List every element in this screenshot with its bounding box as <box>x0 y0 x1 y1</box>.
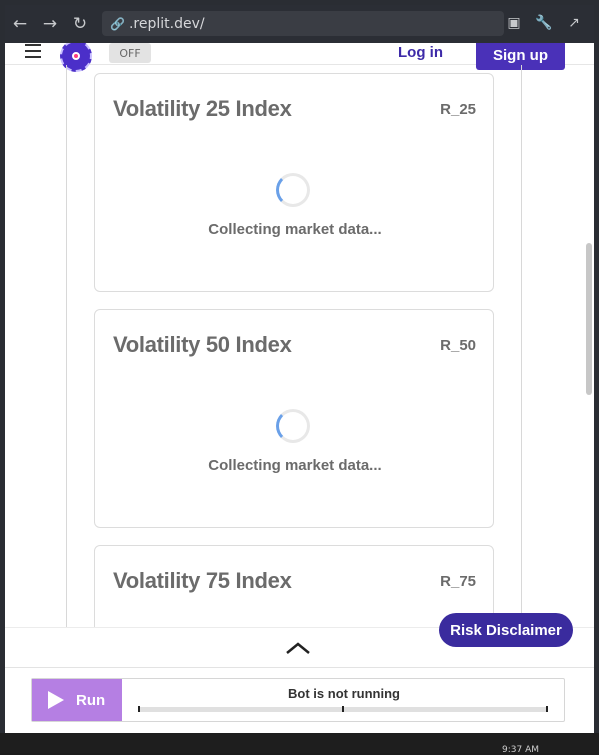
hamburger-menu-icon[interactable] <box>25 44 41 58</box>
market-title: Volatility 25 Index <box>113 96 292 121</box>
url-text: .replit.dev/ <box>128 15 205 32</box>
chevron-up-icon[interactable] <box>285 641 311 655</box>
market-title: Volatility 75 Index <box>113 568 292 593</box>
login-link[interactable]: Log in <box>398 44 443 61</box>
run-label: Run <box>76 691 106 709</box>
market-card: Volatility 50 Index R_50 Collecting mark… <box>94 309 494 528</box>
loading-status: Collecting market data... <box>208 457 382 474</box>
page-viewport: OFF Log in Sign up Volatility 25 Index R… <box>5 43 594 733</box>
link-icon: 🔗 <box>110 16 125 31</box>
progress-track <box>138 706 548 712</box>
progress-tick <box>342 706 344 712</box>
forward-arrow-icon[interactable]: → <box>35 9 65 39</box>
site-header: OFF Log in Sign up <box>5 43 594 72</box>
devices-icon[interactable]: ▣ <box>502 11 526 35</box>
wrench-icon[interactable]: 🔧 <box>532 11 556 35</box>
market-symbol: R_50 <box>440 337 476 354</box>
scrollbar-thumb[interactable] <box>586 243 592 395</box>
bot-toggle[interactable]: OFF <box>109 43 151 63</box>
risk-disclaimer-button[interactable]: Risk Disclaimer <box>439 613 573 647</box>
main-content[interactable]: Volatility 25 Index R_25 Collecting mark… <box>5 65 594 627</box>
loading-status: Collecting market data... <box>208 221 382 238</box>
bot-status-text: Bot is not running <box>288 686 400 701</box>
progress-tick <box>138 706 140 712</box>
loading-spinner-icon <box>276 173 310 207</box>
market-symbol: R_25 <box>440 101 476 118</box>
browser-window: ← → ↻ 🔗 .replit.dev/ ▣ 🔧 ↗ OFF Log in Si… <box>0 0 599 755</box>
browser-toolbar: ← → ↻ 🔗 .replit.dev/ ▣ 🔧 ↗ <box>5 5 594 43</box>
run-button[interactable]: Run <box>32 679 122 721</box>
play-icon <box>48 691 64 709</box>
market-card: Volatility 75 Index R_75 <box>94 545 494 627</box>
run-controls: Run Bot is not running <box>31 678 565 722</box>
run-panel: Run Bot is not running <box>5 667 594 733</box>
market-title: Volatility 50 Index <box>113 332 292 357</box>
address-bar[interactable]: 🔗 .replit.dev/ <box>102 11 504 36</box>
open-external-icon[interactable]: ↗ <box>562 11 586 35</box>
progress-tick <box>546 706 548 712</box>
market-symbol: R_75 <box>440 573 476 590</box>
reload-icon[interactable]: ↻ <box>65 9 95 39</box>
market-card: Volatility 25 Index R_25 Collecting mark… <box>94 73 494 292</box>
loading-spinner-icon <box>276 409 310 443</box>
back-arrow-icon[interactable]: ← <box>5 9 35 39</box>
taskbar-clock: 9:37 AM <box>502 745 539 755</box>
bot-status: Bot is not running <box>122 679 566 721</box>
